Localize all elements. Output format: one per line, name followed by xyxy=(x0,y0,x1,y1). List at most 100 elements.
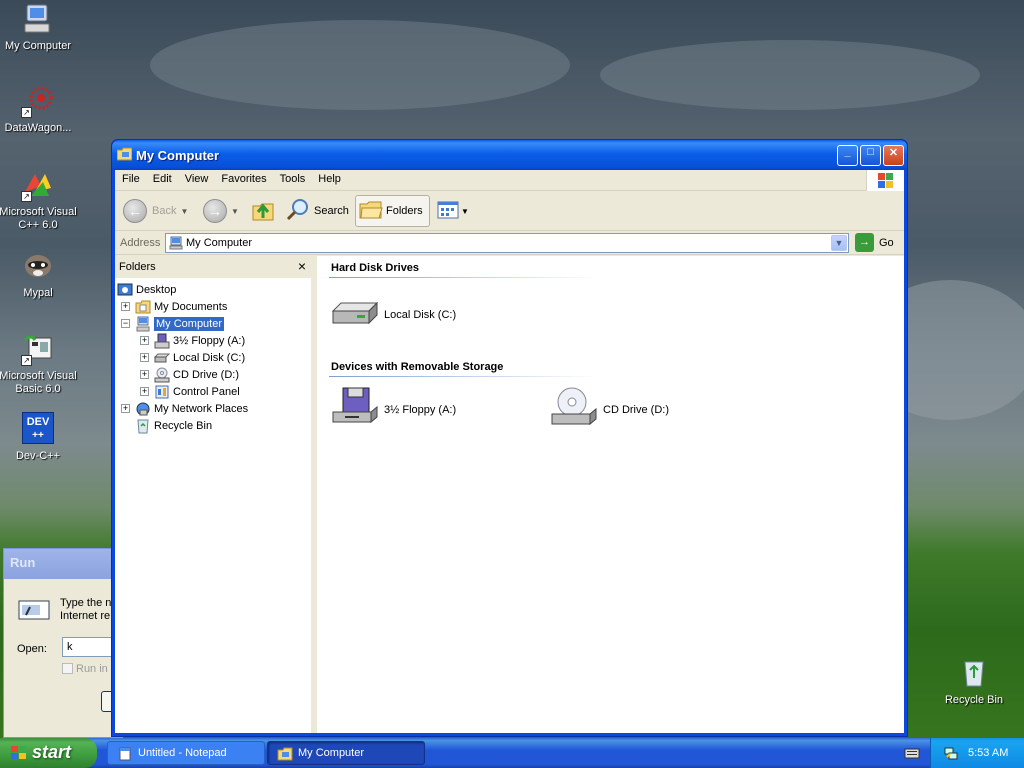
tree-item-my-network-places[interactable]: + My Network Places xyxy=(121,400,248,417)
tree-item-cd-drive[interactable]: + CD Drive (D:) xyxy=(140,366,239,383)
desktop-icon-datawagon[interactable]: ↗ DataWagon... xyxy=(0,84,78,135)
run-dialog[interactable]: Run Type the n Internet re Open: k Run i… xyxy=(3,548,141,738)
tree-item-label: My Network Places xyxy=(154,402,249,415)
maximize-button[interactable]: □ xyxy=(860,145,881,166)
address-label: Address xyxy=(120,237,161,249)
tree-item-label: 3½ Floppy (A:) xyxy=(173,334,246,347)
views-button[interactable]: ▼ xyxy=(437,195,469,227)
taskbar-button-notepad[interactable]: Untitled - Notepad xyxy=(107,741,265,765)
expand-icon[interactable]: + xyxy=(121,404,130,413)
go-label: Go xyxy=(879,236,894,249)
menu-file[interactable]: File xyxy=(115,170,146,185)
up-button[interactable] xyxy=(251,195,275,227)
tree-item-desktop[interactable]: Desktop xyxy=(117,281,176,298)
taskbar-button-my-computer[interactable]: My Computer xyxy=(267,741,425,765)
datawagon-icon: ↗ xyxy=(21,84,55,118)
tree-item-local-disk[interactable]: + Local Disk (C:) xyxy=(140,349,245,366)
maximize-icon: □ xyxy=(867,146,874,158)
group-divider xyxy=(329,376,599,377)
floppy-drive-icon xyxy=(331,386,379,434)
menu-view[interactable]: View xyxy=(178,170,215,185)
drive-item-local-disk[interactable]: Local Disk (C:) xyxy=(331,291,456,339)
system-tray: 5:53 AM xyxy=(930,738,1024,768)
shortcut-arrow-icon: ↗ xyxy=(21,107,32,118)
desktop-icon-devcpp[interactable]: DEV ++ Dev-C++ xyxy=(0,412,78,463)
forward-dropdown-icon: ▼ xyxy=(231,206,239,216)
folders-pane-title: Folders xyxy=(119,261,156,273)
desktop-icon-recycle-bin[interactable]: Recycle Bin xyxy=(934,656,1014,707)
folder-computer-icon xyxy=(116,147,133,161)
start-button[interactable]: start xyxy=(0,738,97,768)
taskbar-button-label: My Computer xyxy=(298,747,365,759)
address-input[interactable]: My Computer ▼ xyxy=(165,233,849,253)
run-dialog-text: Type the n xyxy=(60,597,112,609)
back-dropdown-icon: ▼ xyxy=(180,206,189,216)
forward-button[interactable]: → ▼ xyxy=(203,195,239,227)
content-pane: Hard Disk Drives Local Disk (C:) Devices… xyxy=(317,256,904,733)
menu-favorites[interactable]: Favorites xyxy=(214,170,272,185)
run-separate-checkbox[interactable]: Run in s xyxy=(62,663,116,675)
close-button[interactable]: ✕ xyxy=(883,145,904,166)
menu-help[interactable]: Help xyxy=(311,170,347,185)
menu-edit[interactable]: Edit xyxy=(146,170,178,185)
toolbar: ← Back ▼ → ▼ Search Folders ▼ xyxy=(115,191,904,231)
network-status-icon[interactable] xyxy=(943,745,959,761)
chevron-down-icon: ▼ xyxy=(834,238,844,248)
tree-item-recycle-bin[interactable]: Recycle Bin xyxy=(135,417,212,434)
minimize-icon: _ xyxy=(844,146,851,158)
menu-bar: File Edit View Favorites Tools Help xyxy=(115,170,904,191)
run-dialog-title: Run xyxy=(4,549,122,579)
desktop-icon-mypal[interactable]: Mypal xyxy=(0,249,78,300)
minimize-button[interactable]: _ xyxy=(837,145,858,166)
group-header-hard-disk-drives: Hard Disk Drives xyxy=(331,262,420,274)
explorer-window[interactable]: My Computer _ □ ✕ File Edit View Favorites T… xyxy=(111,139,908,737)
group-divider xyxy=(329,277,599,278)
go-button[interactable]: → Go xyxy=(855,233,894,252)
back-label: Back xyxy=(152,205,177,217)
clock[interactable]: 5:53 AM xyxy=(968,747,1008,759)
folders-pane-header: Folders × xyxy=(115,256,311,278)
network-places-icon xyxy=(135,401,151,417)
expand-icon[interactable]: + xyxy=(121,302,130,311)
folders-icon xyxy=(359,199,383,224)
computer-icon xyxy=(21,2,55,36)
menu-tools[interactable]: Tools xyxy=(273,170,312,185)
folder-up-icon xyxy=(251,198,275,225)
search-icon xyxy=(285,197,311,226)
keyboard-icon[interactable] xyxy=(904,746,920,760)
folders-pane-close-button[interactable]: × xyxy=(298,258,306,274)
expand-icon[interactable]: + xyxy=(140,370,149,379)
search-button[interactable]: Search xyxy=(285,195,349,227)
tree-item-control-panel[interactable]: + Control Panel xyxy=(140,383,240,400)
expand-icon[interactable]: + xyxy=(140,336,149,345)
title-bar[interactable]: My Computer _ □ ✕ xyxy=(112,140,907,170)
desktop-icon-visual-basic[interactable]: ↗ Microsoft Visual Basic 6.0 xyxy=(0,332,78,396)
folders-button[interactable]: Folders xyxy=(355,195,430,227)
desktop-icon-label: Mypal xyxy=(23,287,53,299)
views-dropdown-icon: ▼ xyxy=(461,206,469,216)
tree-item-floppy[interactable]: + 3½ Floppy (A:) xyxy=(140,332,245,349)
desktop-icon-my-computer[interactable]: My Computer xyxy=(0,2,78,53)
expand-icon[interactable]: + xyxy=(140,353,149,362)
collapse-icon[interactable]: − xyxy=(121,319,130,328)
drive-item-cd-drive[interactable]: CD Drive (D:) xyxy=(550,386,669,434)
desktop-icon-label: Microsoft Visual xyxy=(0,206,77,218)
mypal-raccoon-icon xyxy=(21,249,55,283)
floppy-drive-icon xyxy=(154,333,170,349)
visual-cpp-icon: ↗ xyxy=(21,168,55,202)
desktop-icon xyxy=(117,282,133,298)
folder-computer-icon xyxy=(277,746,293,762)
tree-item-my-documents[interactable]: + My Documents xyxy=(121,298,227,315)
desktop-icon-visual-cpp[interactable]: ↗ Microsoft Visual C++ 6.0 xyxy=(0,168,78,232)
expand-icon[interactable]: + xyxy=(140,387,149,396)
folder-icon xyxy=(135,299,151,315)
go-arrow-icon: → xyxy=(855,233,874,252)
recycle-bin-icon xyxy=(957,656,991,690)
drive-item-floppy[interactable]: 3½ Floppy (A:) xyxy=(331,386,456,434)
tree-item-my-computer[interactable]: − My Computer xyxy=(121,315,225,332)
back-button[interactable]: ← Back ▼ xyxy=(123,195,188,227)
address-dropdown-button[interactable]: ▼ xyxy=(831,235,847,251)
taskbar-button-label: Untitled - Notepad xyxy=(138,747,227,759)
windows-logo-icon xyxy=(866,170,904,191)
close-icon: ✕ xyxy=(888,147,899,159)
